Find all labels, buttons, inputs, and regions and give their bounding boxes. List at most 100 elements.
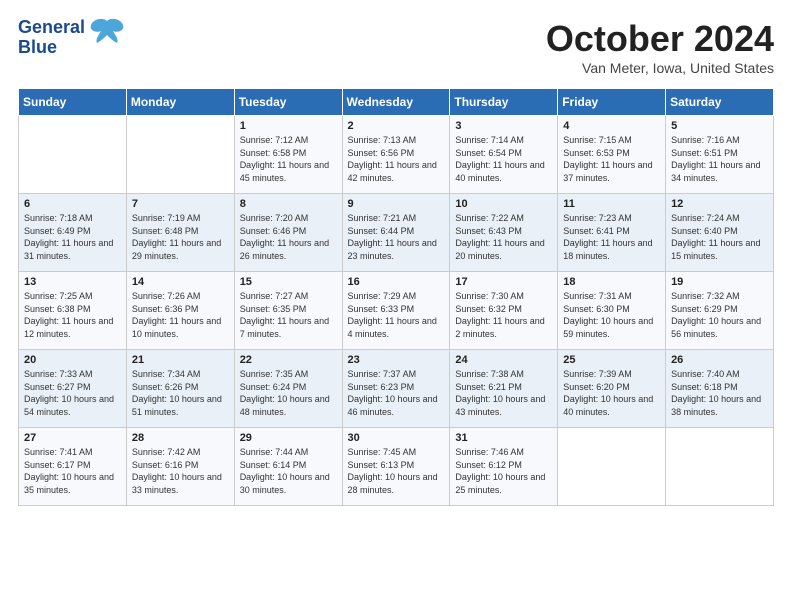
day-number: 1	[240, 120, 337, 132]
day-number: 20	[24, 354, 121, 366]
cell-content: Sunrise: 7:44 AMSunset: 6:14 PMDaylight:…	[240, 446, 337, 496]
calendar-cell: 10 Sunrise: 7:22 AMSunset: 6:43 PMDayligh…	[450, 194, 558, 272]
day-header-sunday: Sunday	[19, 89, 127, 116]
day-number: 9	[348, 198, 445, 210]
cell-content: Sunrise: 7:27 AMSunset: 6:35 PMDaylight:…	[240, 290, 337, 340]
location: Van Meter, Iowa, United States	[546, 60, 774, 76]
cell-content: Sunrise: 7:29 AMSunset: 6:33 PMDaylight:…	[348, 290, 445, 340]
calendar-page: General Blue October 2024 Van Meter, Iow…	[0, 0, 792, 612]
calendar-cell: 29Sunrise: 7:44 AMSunset: 6:14 PMDayligh…	[234, 428, 342, 506]
day-header-thursday: Thursday	[450, 89, 558, 116]
calendar-cell: 26Sunrise: 7:40 AMSunset: 6:18 PMDayligh…	[666, 350, 774, 428]
logo-general: General	[18, 18, 85, 38]
calendar-week-row: 27Sunrise: 7:41 AMSunset: 6:17 PMDayligh…	[19, 428, 774, 506]
day-number: 15	[240, 276, 337, 288]
day-number: 19	[671, 276, 768, 288]
day-number: 10	[455, 198, 552, 210]
cell-content: Sunrise: 7:25 AMSunset: 6:38 PMDaylight:…	[24, 290, 121, 340]
calendar-cell: 8Sunrise: 7:20 AMSunset: 6:46 PMDaylight…	[234, 194, 342, 272]
day-number: 5	[671, 120, 768, 132]
calendar-week-row: 6 Sunrise: 7:18 AMSunset: 6:49 PMDaylight…	[19, 194, 774, 272]
calendar-cell: 30Sunrise: 7:45 AMSunset: 6:13 PMDayligh…	[342, 428, 450, 506]
cell-content: Sunrise: 7:46 AMSunset: 6:12 PMDaylight:…	[455, 446, 552, 496]
calendar-cell: 4 Sunrise: 7:15 AMSunset: 6:53 PMDaylight…	[558, 116, 666, 194]
calendar-cell: 31 Sunrise: 7:46 AMSunset: 6:12 PMDayligh…	[450, 428, 558, 506]
calendar-cell: 22 Sunrise: 7:35 AMSunset: 6:24 PMDayligh…	[234, 350, 342, 428]
cell-content: Sunrise: 7:40 AMSunset: 6:18 PMDaylight:…	[671, 368, 768, 418]
title-block: October 2024 Van Meter, Iowa, United Sta…	[546, 18, 774, 76]
calendar-cell: 11Sunrise: 7:23 AMSunset: 6:41 PMDayligh…	[558, 194, 666, 272]
cell-content: Sunrise: 7:42 AMSunset: 6:16 PMDaylight:…	[132, 446, 229, 496]
cell-content: Sunrise: 7:24 AMSunset: 6:40 PMDaylight:…	[671, 212, 768, 262]
day-number: 2	[348, 120, 445, 132]
cell-content: Sunrise: 7:34 AMSunset: 6:26 PMDaylight:…	[132, 368, 229, 418]
day-number: 3	[455, 120, 552, 132]
calendar-cell: 24 Sunrise: 7:38 AMSunset: 6:21 PMDayligh…	[450, 350, 558, 428]
calendar-cell: 1 Sunrise: 7:12 AMSunset: 6:58 PMDaylight…	[234, 116, 342, 194]
day-number: 17	[455, 276, 552, 288]
calendar-cell: 3 Sunrise: 7:14 AMSunset: 6:54 PMDaylight…	[450, 116, 558, 194]
day-number: 18	[563, 276, 660, 288]
calendar-cell: 20 Sunrise: 7:33 AMSunset: 6:27 PMDayligh…	[19, 350, 127, 428]
day-number: 23	[348, 354, 445, 366]
calendar-week-row: 1 Sunrise: 7:12 AMSunset: 6:58 PMDaylight…	[19, 116, 774, 194]
day-number: 13	[24, 276, 121, 288]
cell-content: Sunrise: 7:31 AMSunset: 6:30 PMDaylight:…	[563, 290, 660, 340]
calendar-cell: 21 Sunrise: 7:34 AMSunset: 6:26 PMDayligh…	[126, 350, 234, 428]
cell-content: Sunrise: 7:13 AMSunset: 6:56 PMDaylight:…	[348, 134, 445, 184]
cell-content: Sunrise: 7:33 AMSunset: 6:27 PMDaylight:…	[24, 368, 121, 418]
logo-bird-icon	[89, 15, 125, 56]
day-header-monday: Monday	[126, 89, 234, 116]
cell-content: Sunrise: 7:14 AMSunset: 6:54 PMDaylight:…	[455, 134, 552, 184]
calendar-table: SundayMondayTuesdayWednesdayThursdayFrid…	[18, 88, 774, 506]
calendar-cell	[126, 116, 234, 194]
calendar-cell: 19 Sunrise: 7:32 AMSunset: 6:29 PMDayligh…	[666, 272, 774, 350]
day-header-friday: Friday	[558, 89, 666, 116]
calendar-cell: 14 Sunrise: 7:26 AMSunset: 6:36 PMDayligh…	[126, 272, 234, 350]
month-title: October 2024	[546, 18, 774, 60]
day-number: 31	[455, 432, 552, 444]
cell-content: Sunrise: 7:32 AMSunset: 6:29 PMDaylight:…	[671, 290, 768, 340]
cell-content: Sunrise: 7:21 AMSunset: 6:44 PMDaylight:…	[348, 212, 445, 262]
calendar-cell: 9 Sunrise: 7:21 AMSunset: 6:44 PMDaylight…	[342, 194, 450, 272]
calendar-week-row: 20 Sunrise: 7:33 AMSunset: 6:27 PMDayligh…	[19, 350, 774, 428]
day-number: 6	[24, 198, 121, 210]
cell-content: Sunrise: 7:35 AMSunset: 6:24 PMDaylight:…	[240, 368, 337, 418]
cell-content: Sunrise: 7:18 AMSunset: 6:49 PMDaylight:…	[24, 212, 121, 262]
day-header-tuesday: Tuesday	[234, 89, 342, 116]
day-number: 14	[132, 276, 229, 288]
day-number: 25	[563, 354, 660, 366]
cell-content: Sunrise: 7:20 AMSunset: 6:46 PMDaylight:…	[240, 212, 337, 262]
day-number: 21	[132, 354, 229, 366]
calendar-cell: 12 Sunrise: 7:24 AMSunset: 6:40 PMDayligh…	[666, 194, 774, 272]
day-number: 22	[240, 354, 337, 366]
day-number: 12	[671, 198, 768, 210]
cell-content: Sunrise: 7:39 AMSunset: 6:20 PMDaylight:…	[563, 368, 660, 418]
cell-content: Sunrise: 7:19 AMSunset: 6:48 PMDaylight:…	[132, 212, 229, 262]
logo-blue: Blue	[18, 38, 85, 58]
calendar-cell	[19, 116, 127, 194]
calendar-cell: 15 Sunrise: 7:27 AMSunset: 6:35 PMDayligh…	[234, 272, 342, 350]
cell-content: Sunrise: 7:38 AMSunset: 6:21 PMDaylight:…	[455, 368, 552, 418]
day-number: 11	[563, 198, 660, 210]
cell-content: Sunrise: 7:15 AMSunset: 6:53 PMDaylight:…	[563, 134, 660, 184]
day-number: 27	[24, 432, 121, 444]
calendar-cell	[558, 428, 666, 506]
day-number: 24	[455, 354, 552, 366]
cell-content: Sunrise: 7:26 AMSunset: 6:36 PMDaylight:…	[132, 290, 229, 340]
cell-content: Sunrise: 7:30 AMSunset: 6:32 PMDaylight:…	[455, 290, 552, 340]
calendar-week-row: 13 Sunrise: 7:25 AMSunset: 6:38 PMDayligh…	[19, 272, 774, 350]
cell-content: Sunrise: 7:22 AMSunset: 6:43 PMDaylight:…	[455, 212, 552, 262]
day-number: 7	[132, 198, 229, 210]
calendar-cell: 23Sunrise: 7:37 AMSunset: 6:23 PMDayligh…	[342, 350, 450, 428]
cell-content: Sunrise: 7:12 AMSunset: 6:58 PMDaylight:…	[240, 134, 337, 184]
day-number: 4	[563, 120, 660, 132]
day-number: 16	[348, 276, 445, 288]
calendar-cell: 25 Sunrise: 7:39 AMSunset: 6:20 PMDayligh…	[558, 350, 666, 428]
cell-content: Sunrise: 7:16 AMSunset: 6:51 PMDaylight:…	[671, 134, 768, 184]
day-header-saturday: Saturday	[666, 89, 774, 116]
calendar-cell: 18 Sunrise: 7:31 AMSunset: 6:30 PMDayligh…	[558, 272, 666, 350]
calendar-header-row: SundayMondayTuesdayWednesdayThursdayFrid…	[19, 89, 774, 116]
calendar-cell: 2 Sunrise: 7:13 AMSunset: 6:56 PMDaylight…	[342, 116, 450, 194]
calendar-cell: 5 Sunrise: 7:16 AMSunset: 6:51 PMDaylight…	[666, 116, 774, 194]
